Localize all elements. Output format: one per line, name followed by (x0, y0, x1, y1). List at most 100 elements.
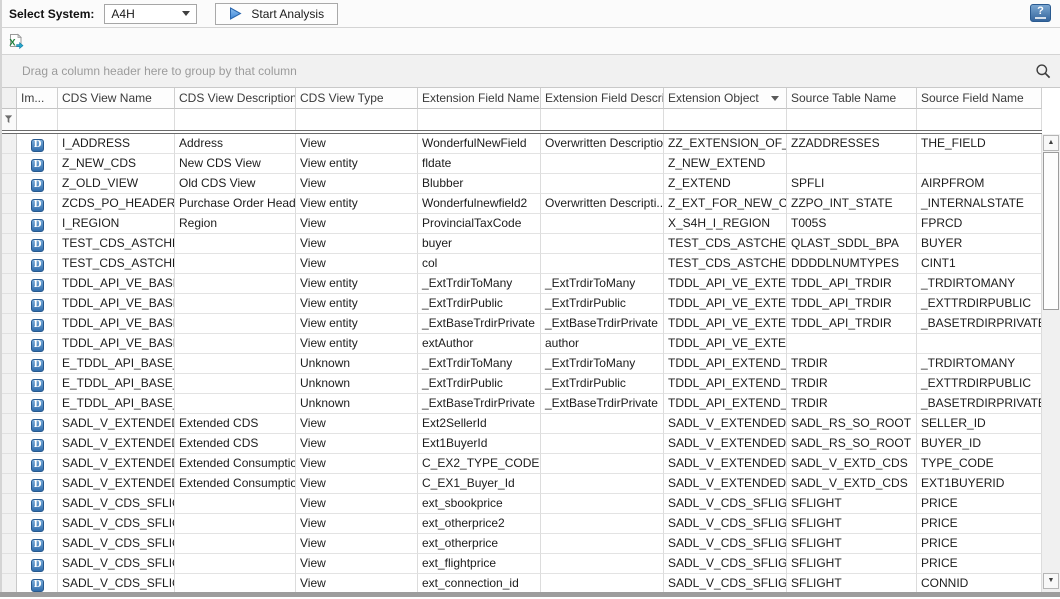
cell-source_field[interactable] (917, 334, 1042, 354)
cell-source_field[interactable]: _EXTTRDIRPUBLIC (917, 374, 1042, 394)
column-header-im[interactable]: Im... (17, 88, 58, 109)
cell-name[interactable]: SADL_V_CDS_SFLIGH... (58, 554, 175, 574)
table-row[interactable]: DI_ADDRESSAddressViewWonderfulNewFieldOv… (0, 134, 1060, 154)
cell-desc[interactable] (175, 514, 296, 534)
cell-type[interactable]: View (296, 174, 418, 194)
cell-desc[interactable]: Old CDS View (175, 174, 296, 194)
cell-source_field[interactable]: _TRDIRTOMANY (917, 354, 1042, 374)
cell-ext_field_desc[interactable] (541, 454, 664, 474)
cell-source_field[interactable]: BUYER_ID (917, 434, 1042, 454)
cell-name[interactable]: SADL_V_CDS_SFLIGH... (58, 574, 175, 594)
cell-name[interactable]: ZCDS_PO_HEADER (58, 194, 175, 214)
table-row[interactable]: DSADL_V_CDS_SFLIGH...Viewext_connection_… (0, 574, 1060, 594)
cell-ext_field_desc[interactable]: _ExtBaseTrdirPrivate (541, 394, 664, 414)
cell-ext_field[interactable]: col (418, 254, 541, 274)
cell-source_field[interactable]: _BASETRDIRPRIVATE (917, 314, 1042, 334)
cell-ext_field[interactable]: ProvincialTaxCode (418, 214, 541, 234)
cell-source_field[interactable]: _BASETRDIRPRIVATE (917, 394, 1042, 414)
table-row[interactable]: DSADL_V_EXTENDED_...Extended Consumptio.… (0, 454, 1060, 474)
cell-name[interactable]: TDDL_API_VE_BASE_... (58, 294, 175, 314)
table-row[interactable]: DSADL_V_CDS_SFLIGH...Viewext_flightprice… (0, 554, 1060, 574)
cell-ext_object[interactable]: X_S4H_I_REGION (664, 214, 787, 234)
cell-name[interactable]: Z_NEW_CDS (58, 154, 175, 174)
cell-ext_field[interactable]: _ExtBaseTrdirPrivate (418, 394, 541, 414)
cell-ext_field_desc[interactable] (541, 214, 664, 234)
cell-ext_object[interactable]: TEST_CDS_ASTCHEC... (664, 234, 787, 254)
cell-ext_object[interactable]: SADL_V_CDS_SFLIGH... (664, 494, 787, 514)
scrollbar-thumb[interactable] (1043, 152, 1059, 310)
cell-desc[interactable] (175, 554, 296, 574)
cell-ext_field_desc[interactable]: _ExtTrdirPublic (541, 374, 664, 394)
cell-source_field[interactable]: PRICE (917, 554, 1042, 574)
cell-source_table[interactable]: SFLIGHT (787, 514, 917, 534)
cell-ext_field_desc[interactable] (541, 514, 664, 534)
cell-desc[interactable] (175, 374, 296, 394)
cell-source_field[interactable]: THE_FIELD (917, 134, 1042, 154)
cell-source_field[interactable] (917, 154, 1042, 174)
cell-source_table[interactable]: SADL_V_EXTD_CDS (787, 474, 917, 494)
cell-type[interactable]: Unknown (296, 354, 418, 374)
cell-ext_field_desc[interactable]: _ExtTrdirPublic (541, 294, 664, 314)
cell-source_field[interactable]: PRICE (917, 514, 1042, 534)
cell-ext_object[interactable]: TDDL_API_EXTEND_1 (664, 394, 787, 414)
cell-ext_object[interactable]: SADL_V_EXTENDED_... (664, 434, 787, 454)
search-button[interactable] (1035, 63, 1052, 80)
cell-ext_field[interactable]: Blubber (418, 174, 541, 194)
table-row[interactable]: DTDDL_API_VE_BASE_...View entity_ExtBase… (0, 314, 1060, 334)
cell-desc[interactable] (175, 254, 296, 274)
cell-source_table[interactable]: SFLIGHT (787, 534, 917, 554)
cell-desc[interactable] (175, 574, 296, 594)
cell-ext_field[interactable]: ext_otherprice2 (418, 514, 541, 534)
cell-ext_object[interactable]: TDDL_API_EXTEND_1 (664, 354, 787, 374)
cell-ext_object[interactable]: SADL_V_CDS_SFLIGH... (664, 514, 787, 534)
cell-desc[interactable]: Extended CDS (175, 434, 296, 454)
filter-cell-desc[interactable] (175, 109, 296, 130)
table-row[interactable]: DSADL_V_EXTENDED_...Extended CDSViewExt2… (0, 414, 1060, 434)
cell-source_table[interactable]: SADL_RS_SO_ROOT (787, 434, 917, 454)
cell-source_table[interactable]: ZZPO_INT_STATE (787, 194, 917, 214)
cell-ext_object[interactable]: Z_NEW_EXTEND (664, 154, 787, 174)
scroll-down-icon[interactable]: ▼ (1043, 573, 1059, 589)
cell-name[interactable]: SADL_V_CDS_SFLIGH... (58, 514, 175, 534)
filter-dropdown-icon[interactable] (771, 96, 779, 101)
cell-ext_field_desc[interactable] (541, 434, 664, 454)
table-row[interactable]: DTDDL_API_VE_BASE_...View entity_ExtTrdi… (0, 274, 1060, 294)
cell-desc[interactable] (175, 354, 296, 374)
bottom-splitter-bar[interactable] (0, 592, 1060, 597)
cell-name[interactable]: E_TDDL_API_BASE_V... (58, 374, 175, 394)
cell-desc[interactable]: Purchase Order Header (175, 194, 296, 214)
table-row[interactable]: DTDDL_API_VE_BASE_...View entityextAutho… (0, 334, 1060, 354)
cell-name[interactable]: TDDL_API_VE_BASE_... (58, 334, 175, 354)
cell-type[interactable]: View (296, 254, 418, 274)
table-row[interactable]: DZCDS_PO_HEADERPurchase Order HeaderView… (0, 194, 1060, 214)
cell-ext_field_desc[interactable] (541, 174, 664, 194)
cell-type[interactable]: View entity (296, 294, 418, 314)
cell-ext_object[interactable]: SADL_V_CDS_SFLIGH... (664, 554, 787, 574)
cell-source_table[interactable]: SADL_RS_SO_ROOT (787, 414, 917, 434)
cell-source_table[interactable]: TRDIR (787, 374, 917, 394)
cell-name[interactable]: E_TDDL_API_BASE_V... (58, 394, 175, 414)
cell-name[interactable]: SADL_V_EXTENDED_... (58, 414, 175, 434)
cell-source_table[interactable]: SFLIGHT (787, 574, 917, 594)
cell-source_table[interactable]: ZZADDRESSES (787, 134, 917, 154)
column-header-source_table[interactable]: Source Table Name (787, 88, 917, 109)
cell-source_table[interactable]: TRDIR (787, 354, 917, 374)
vertical-scrollbar[interactable]: ▲ ▼ (1042, 134, 1060, 592)
cell-ext_object[interactable]: TDDL_API_VE_EXTEN... (664, 294, 787, 314)
scroll-up-icon[interactable]: ▲ (1043, 135, 1059, 151)
cell-ext_field_desc[interactable] (541, 254, 664, 274)
cell-ext_field[interactable]: Ext2SellerId (418, 414, 541, 434)
cell-ext_field_desc[interactable]: Overwritten Description (541, 134, 664, 154)
cell-desc[interactable]: Region (175, 214, 296, 234)
cell-source_field[interactable]: BUYER (917, 234, 1042, 254)
cell-desc[interactable]: New CDS View (175, 154, 296, 174)
cell-type[interactable]: View (296, 574, 418, 594)
cell-ext_object[interactable]: SADL_V_CDS_SFLIGH... (664, 534, 787, 554)
cell-ext_object[interactable]: SADL_V_EXTENDED_... (664, 414, 787, 434)
cell-ext_field[interactable]: ext_flightprice (418, 554, 541, 574)
cell-ext_field[interactable]: buyer (418, 234, 541, 254)
table-row[interactable]: DTDDL_API_VE_BASE_...View entity_ExtTrdi… (0, 294, 1060, 314)
cell-type[interactable]: View (296, 454, 418, 474)
cell-ext_field_desc[interactable]: Overwritten Descripti... (541, 194, 664, 214)
table-row[interactable]: DE_TDDL_API_BASE_V...Unknown_ExtTrdirToM… (0, 354, 1060, 374)
